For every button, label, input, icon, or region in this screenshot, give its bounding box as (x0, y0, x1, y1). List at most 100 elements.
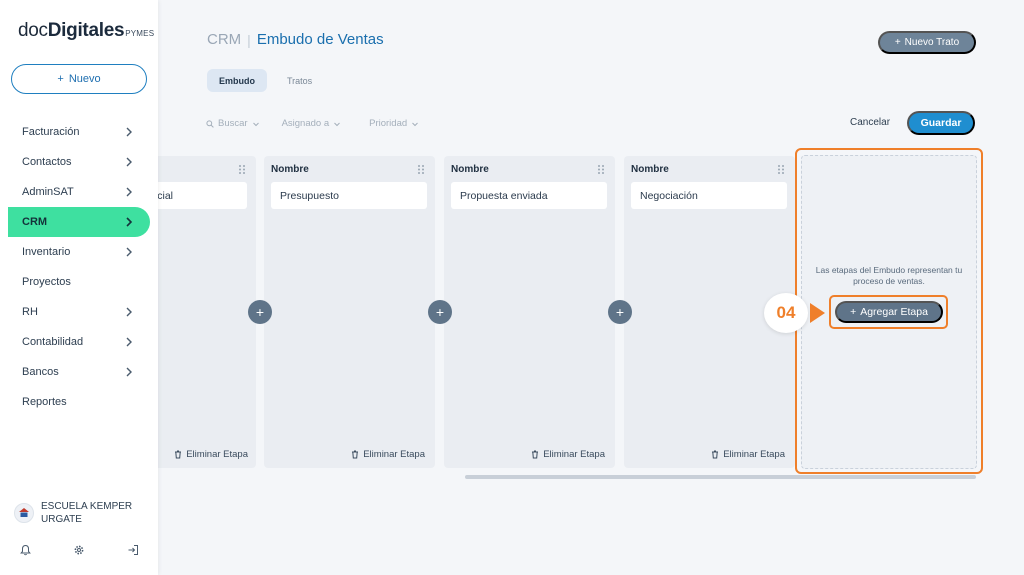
sidebar-item-contactos[interactable]: Contactos (0, 147, 158, 177)
tutorial-step-badge: 04 (764, 293, 808, 333)
user-name: ESCUELA KEMPER URGATE (41, 501, 133, 525)
assigned-filter[interactable]: Asignado a (282, 118, 342, 129)
priority-filter-label: Prioridad (369, 118, 408, 129)
brand-logo[interactable]: docDigitalesPYMES (18, 20, 154, 42)
sidebar-item-bancos[interactable]: Bancos (0, 357, 158, 387)
delete-stage-button[interactable]: Eliminar Etapa (531, 449, 605, 460)
stage-column: Nombre Propuesta enviada Eliminar Etapa (444, 156, 615, 468)
tab-tratos[interactable]: Tratos (275, 69, 324, 92)
trash-icon (712, 450, 719, 459)
sidebar-item-label: AdminSAT (22, 186, 74, 198)
plus-icon: + (435, 304, 445, 320)
delete-stage-button[interactable]: Eliminar Etapa (711, 449, 785, 460)
sidebar: docDigitalesPYMES + Nuevo Facturación Co… (0, 0, 158, 575)
search-filter[interactable]: Buscar (206, 118, 260, 129)
insert-stage-button[interactable]: + (248, 300, 272, 324)
cancel-button[interactable]: Cancelar (850, 117, 890, 128)
search-filter-label: Buscar (218, 118, 248, 129)
sidebar-item-reportes[interactable]: Reportes (0, 387, 158, 417)
user-profile[interactable]: ESCUELA KEMPER URGATE (14, 500, 141, 526)
plus-icon: + (57, 73, 64, 85)
sidebar-item-label: Facturación (22, 126, 80, 138)
bell-icon[interactable] (18, 543, 32, 557)
brand-logo-light: doc (18, 20, 48, 41)
stage-name-input[interactable]: Propuesta enviada (451, 182, 607, 209)
plus-icon: + (255, 304, 265, 320)
gear-icon[interactable] (72, 543, 86, 557)
insert-stage-button[interactable]: + (428, 300, 452, 324)
column-title: Nombre (631, 164, 669, 175)
sidebar-item-label: Reportes (22, 396, 67, 408)
chevron-right-icon (126, 187, 132, 197)
priority-filter[interactable]: Prioridad (369, 118, 419, 129)
sidebar-item-crm[interactable]: CRM (8, 207, 150, 237)
stage-name-input[interactable]: Negociación (631, 182, 787, 209)
insert-stage-button[interactable]: + (608, 300, 632, 324)
plus-icon: + (894, 37, 901, 48)
drag-handle-icon[interactable] (417, 164, 425, 175)
new-deal-button[interactable]: + Nuevo Trato (878, 31, 976, 54)
sidebar-item-label: CRM (22, 216, 48, 228)
board-scrollbar[interactable] (465, 475, 976, 479)
stage-name-value: cial (157, 189, 173, 202)
trash-icon (532, 450, 539, 459)
sidebar-item-rh[interactable]: RH (0, 297, 158, 327)
chevron-right-icon (126, 337, 132, 347)
new-deal-button-label: Nuevo Trato (904, 37, 960, 48)
chevron-right-icon (126, 367, 132, 377)
delete-stage-label: Eliminar Etapa (363, 449, 425, 460)
sidebar-item-adminsat[interactable]: AdminSAT (0, 177, 158, 207)
stage-name-value: Negociación (640, 189, 698, 202)
assigned-filter-label: Asignado a (281, 118, 330, 129)
tab-embudo[interactable]: Embudo (207, 69, 267, 92)
sidebar-item-facturacion[interactable]: Facturación (0, 117, 158, 147)
plus-icon: + (850, 306, 857, 318)
view-tabs: Embudo Tratos (207, 69, 324, 92)
delete-stage-label: Eliminar Etapa (186, 449, 248, 460)
page-title: Embudo de Ventas (256, 31, 384, 48)
add-stage-button-label: Agregar Etapa (860, 306, 928, 318)
logout-icon[interactable] (126, 543, 140, 557)
chevron-down-icon (412, 122, 419, 126)
stage-name-value: Propuesta enviada (460, 189, 548, 202)
chevron-right-icon (126, 217, 133, 227)
chevron-down-icon (252, 122, 259, 126)
breadcrumb-separator: | (247, 31, 251, 48)
sidebar-item-label: RH (22, 306, 38, 318)
save-button[interactable]: Guardar (907, 111, 975, 135)
brand-logo-bold: Digitales (47, 20, 125, 41)
stage-column: Nombre Presupuesto Eliminar Etapa (264, 156, 435, 468)
drag-handle-icon[interactable] (777, 164, 785, 175)
drag-handle-icon[interactable] (597, 164, 605, 175)
new-button[interactable]: + Nuevo (11, 64, 147, 94)
filter-bar: Buscar Asignado a Prioridad (206, 118, 441, 129)
sidebar-item-label: Inventario (22, 246, 71, 258)
trash-icon (352, 450, 359, 459)
sidebar-item-inventario[interactable]: Inventario (0, 237, 158, 267)
sidebar-footer (18, 543, 140, 557)
delete-stage-label: Eliminar Etapa (543, 449, 605, 460)
column-title: Nombre (271, 164, 309, 175)
brand-logo-sub: PYMES (125, 29, 155, 38)
avatar (14, 503, 34, 523)
add-stage-description: Las etapas del Embudo representan tu pro… (815, 265, 963, 286)
drag-handle-icon[interactable] (238, 164, 246, 175)
sidebar-item-label: Bancos (22, 366, 59, 378)
chevron-right-icon (126, 157, 132, 167)
plus-icon: + (615, 304, 625, 320)
search-icon (206, 119, 214, 128)
stage-name-input[interactable]: Presupuesto (271, 182, 427, 209)
add-stage-button[interactable]: + Agregar Etapa (835, 301, 943, 323)
tab-label: Tratos (287, 75, 313, 86)
sidebar-item-proyectos[interactable]: Proyectos (0, 267, 158, 297)
chevron-down-icon (334, 122, 340, 126)
stage-name-value: Presupuesto (280, 189, 339, 202)
sidebar-item-contabilidad[interactable]: Contabilidad (0, 327, 158, 357)
breadcrumb-parent[interactable]: CRM (207, 31, 241, 48)
tutorial-arrow-icon (810, 303, 825, 323)
delete-stage-label: Eliminar Etapa (723, 449, 785, 460)
delete-stage-button[interactable]: Eliminar Etapa (351, 449, 425, 460)
sidebar-nav: Facturación Contactos AdminSAT CRM Inven… (0, 117, 158, 417)
delete-stage-button[interactable]: Eliminar Etapa (174, 449, 248, 460)
breadcrumb: CRM | Embudo de Ventas (207, 31, 384, 48)
